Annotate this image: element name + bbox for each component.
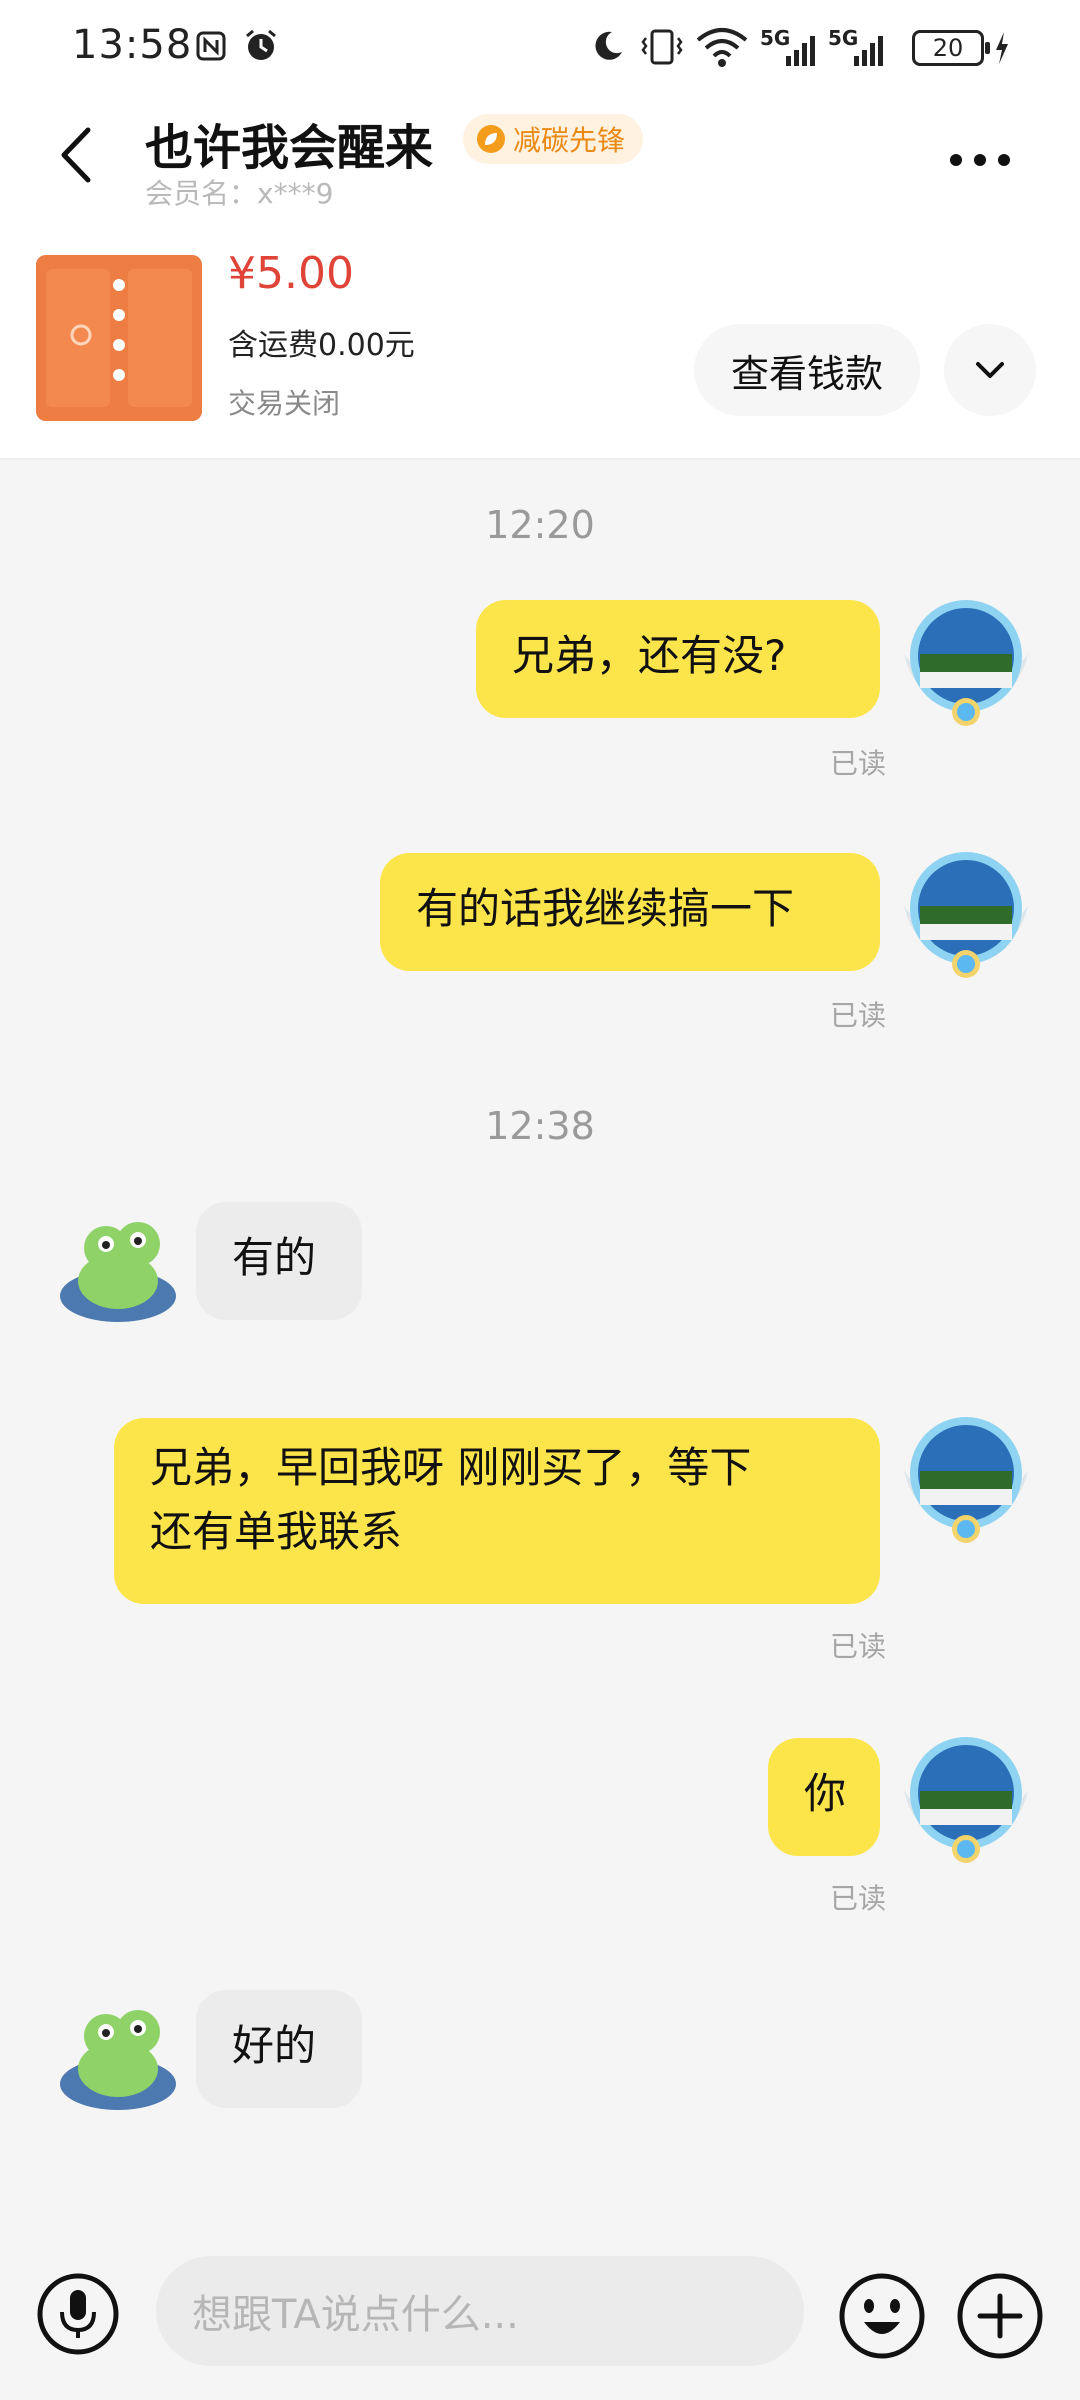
wifi-icon [696,28,748,67]
contact-avatar[interactable] [48,1196,188,1336]
message-input[interactable]: 想跟TA说点什么... [156,2256,804,2366]
chat-header: 也许我会醒来 减碳先锋 会员名：x***9 [0,100,1080,220]
user-avatar[interactable] [896,846,1036,986]
badge-label: 减碳先锋 [513,124,626,157]
battery-icon: 20 [912,30,984,66]
chevron-down-icon [976,362,1004,378]
read-receipt: 已读 [830,1882,887,1915]
emoji-icon[interactable] [838,2272,926,2360]
timestamp: 12:38 [485,1104,595,1148]
message-bubble-sent[interactable]: 有的话我继续搞一下 [380,853,880,971]
message-bubble-sent[interactable]: 兄弟，早回我呀 刚刚买了，等下 还有单我联系 [114,1418,880,1604]
status-time: 13:58 [72,22,193,68]
signal-icon [854,36,883,66]
view-payment-button[interactable]: 查看钱款 [694,324,920,416]
battery-level: 20 [932,34,964,62]
message-bubble-sent[interactable]: 兄弟，还有没? [476,600,880,718]
top-area: 13:58 5G 5G 20 也许我会醒来 减碳先锋 会员名：x***9 ¥5.… [0,0,1080,460]
vibrate-icon [641,29,683,65]
contact-avatar[interactable] [48,1984,188,2124]
battery-tip [985,42,990,54]
message-line: 还有单我联系 [150,1507,403,1556]
message-bubble-sent[interactable]: 你 [768,1738,880,1856]
nfc-icon [196,31,226,61]
user-avatar[interactable] [896,594,1036,734]
plus-icon[interactable] [956,2272,1044,2360]
alarm-icon [246,29,276,60]
badge: 减碳先锋 [463,114,644,164]
shipping-info: 含运费0.00元 [228,328,415,363]
chat-title: 也许我会醒来 [145,120,434,176]
user-avatar[interactable] [896,1411,1036,1551]
more-options-icon[interactable] [940,130,1020,190]
leaf-icon [477,125,505,153]
read-receipt: 已读 [830,1630,887,1663]
read-receipt: 已读 [830,747,887,780]
signal-icon [786,36,815,66]
moon-icon [595,31,622,60]
status-bar: 13:58 5G 5G 20 [0,0,1080,100]
read-receipt: 已读 [830,999,887,1032]
message-line: 兄弟，早回我呀 刚刚买了，等下 [150,1443,752,1492]
member-name: 会员名：x***9 [145,177,334,210]
microphone-icon[interactable] [36,2272,120,2356]
charging-icon [996,32,1008,64]
timestamp: 12:20 [485,503,595,547]
user-avatar[interactable] [896,1731,1036,1871]
product-price: ¥5.00 [228,248,354,299]
expand-button[interactable] [944,324,1036,416]
back-arrow-icon[interactable] [50,120,110,190]
product-thumbnail[interactable] [36,255,202,421]
product-card[interactable]: ¥5.00 含运费0.00元 交易关闭 查看钱款 [0,230,1080,460]
input-bar: 想跟TA说点什么... [0,2236,1080,2400]
trade-status: 交易关闭 [228,387,341,420]
message-bubble-received[interactable]: 好的 [196,1990,362,2108]
message-bubble-received[interactable]: 有的 [196,1202,362,1320]
